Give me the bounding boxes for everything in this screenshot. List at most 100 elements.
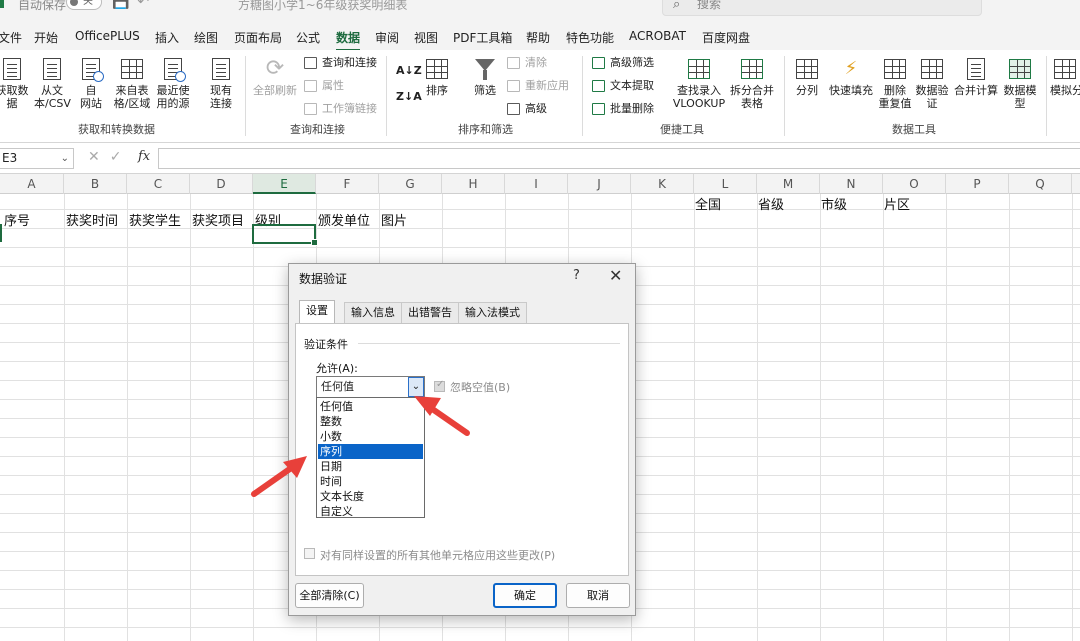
option-whole-number[interactable]: 整数 xyxy=(318,414,423,429)
clear-filter-button[interactable]: 清除 xyxy=(507,54,547,72)
help-button[interactable]: ? xyxy=(573,268,580,283)
column-header-K[interactable]: K xyxy=(631,174,694,194)
sort-descending-button[interactable]: Z↓A xyxy=(396,88,422,106)
tab-pdf-toolbox[interactable]: PDF工具箱 xyxy=(453,29,512,46)
allow-select[interactable]: 任何值 ⌄ xyxy=(316,376,425,398)
chevron-down-icon[interactable]: ⌄ xyxy=(61,149,69,168)
tab-help[interactable]: 帮助 xyxy=(526,29,550,46)
tab-ime-mode[interactable]: 输入法模式 xyxy=(458,302,527,323)
tab-data[interactable]: 数据 xyxy=(336,29,361,52)
from-web-button[interactable]: 自 网站 xyxy=(76,56,106,110)
insert-function-button[interactable]: fx xyxy=(138,149,150,164)
text-extract-button[interactable]: 文本提取 xyxy=(592,77,654,95)
tab-file[interactable]: 文件 xyxy=(0,29,22,46)
cell-M2[interactable]: 省级 xyxy=(758,194,784,213)
column-header-M[interactable]: M xyxy=(757,174,820,194)
cell-N2[interactable]: 市级 xyxy=(821,194,847,213)
option-list[interactable]: 序列 xyxy=(318,444,423,459)
tab-input-message[interactable]: 输入信息 xyxy=(344,302,402,323)
column-header-C[interactable]: C xyxy=(127,174,190,194)
apply-to-all-checkbox[interactable]: 对有同样设置的所有其他单元格应用这些更改(P) xyxy=(304,547,555,563)
refresh-all-button[interactable]: ⟳ 全部刷新 xyxy=(252,56,298,97)
selected-cell-E4[interactable] xyxy=(252,224,318,246)
option-custom[interactable]: 自定义 xyxy=(318,504,423,519)
search-box[interactable]: ⌕ 搜索 xyxy=(662,0,982,16)
data-validation-button[interactable]: 数据验 证 xyxy=(914,56,950,110)
clear-all-button[interactable]: 全部清除(C) xyxy=(295,583,364,608)
tab-review[interactable]: 审阅 xyxy=(375,29,399,46)
tab-officeplus[interactable]: OfficePLUS xyxy=(75,29,140,43)
column-header-P[interactable]: P xyxy=(946,174,1009,194)
recent-sources-button[interactable]: 最近使 用的源 xyxy=(155,56,191,110)
remove-duplicates-button[interactable]: 删除 重复值 xyxy=(878,56,912,110)
cell-A3[interactable]: 序号 xyxy=(4,210,30,229)
what-if-button[interactable]: 模拟分 xyxy=(1050,56,1080,97)
vlookup-button[interactable]: 查找录入 VLOOKUP xyxy=(672,56,726,110)
tab-view[interactable]: 视图 xyxy=(414,29,438,46)
option-time[interactable]: 时间 xyxy=(318,474,423,489)
column-header-O[interactable]: O xyxy=(883,174,946,194)
tab-error-alert[interactable]: 出错警告 xyxy=(401,302,459,323)
column-header-F[interactable]: F xyxy=(316,174,379,194)
column-header-N[interactable]: N xyxy=(820,174,883,194)
column-header-B[interactable]: B xyxy=(64,174,127,194)
consolidate-button[interactable]: 合并计算 xyxy=(952,56,1000,97)
option-text-length[interactable]: 文本长度 xyxy=(318,489,423,504)
cell-F3[interactable]: 颁发单位 xyxy=(318,210,370,229)
filter-button[interactable]: 筛选 xyxy=(470,56,500,97)
cell-B3[interactable]: 获奖时间 xyxy=(66,210,118,229)
flash-fill-button[interactable]: ⚡ 快速填充 xyxy=(826,56,876,97)
workbook-links-button[interactable]: 工作簿链接 xyxy=(304,100,377,118)
ok-button[interactable]: 确定 xyxy=(493,583,557,608)
formula-cancel-confirm-icons[interactable]: ✕✓ xyxy=(88,149,131,165)
formula-input[interactable] xyxy=(158,148,1080,169)
cell-G3[interactable]: 图片 xyxy=(381,210,407,229)
sort-button[interactable]: 排序 xyxy=(422,56,452,97)
tab-baidu-netdisk[interactable]: 百度网盘 xyxy=(702,29,750,46)
advanced-filter-button[interactable]: 高级 xyxy=(507,100,547,118)
sort-ascending-button[interactable]: A↓Z xyxy=(396,62,422,80)
quick-access-icons[interactable]: 💾↶ xyxy=(112,0,157,10)
tab-acrobat[interactable]: ACROBAT xyxy=(629,29,686,43)
column-header-G[interactable]: G xyxy=(379,174,442,194)
batch-delete-button[interactable]: 批量删除 xyxy=(592,100,654,118)
data-model-button[interactable]: 数据模 型 xyxy=(1002,56,1038,110)
tab-insert[interactable]: 插入 xyxy=(155,29,179,46)
tab-formulas[interactable]: 公式 xyxy=(296,29,320,46)
column-header-L[interactable]: L xyxy=(694,174,757,194)
reapply-button[interactable]: 重新应用 xyxy=(507,77,569,95)
cell-L2[interactable]: 全国 xyxy=(695,194,721,213)
cell-C3[interactable]: 获奖学生 xyxy=(129,210,181,229)
properties-button[interactable]: 属性 xyxy=(304,77,344,95)
autosave-toggle[interactable]: 关 xyxy=(66,0,102,10)
column-header-E[interactable]: E xyxy=(253,174,316,194)
cell-D3[interactable]: 获奖项目 xyxy=(192,210,244,229)
column-header-D[interactable]: D xyxy=(190,174,253,194)
column-header-I[interactable]: I xyxy=(505,174,568,194)
text-to-columns-button[interactable]: 分列 xyxy=(792,56,822,97)
from-table-button[interactable]: 来自表 格/区域 xyxy=(112,56,152,110)
split-merge-button[interactable]: 拆分合并 表格 xyxy=(730,56,774,110)
option-date[interactable]: 日期 xyxy=(318,459,423,474)
cell-O2[interactable]: 片区 xyxy=(884,194,910,213)
column-header-J[interactable]: J xyxy=(568,174,631,194)
cancel-button[interactable]: 取消 xyxy=(566,583,630,608)
ignore-blank-checkbox[interactable]: 忽略空值(B) xyxy=(434,379,510,395)
name-box[interactable]: E3 ⌄ xyxy=(0,148,74,169)
close-button[interactable]: ✕ xyxy=(609,266,622,285)
option-any-value[interactable]: 任何值 xyxy=(318,399,423,414)
tab-page-layout[interactable]: 页面布局 xyxy=(234,29,282,46)
tab-features[interactable]: 特色功能 xyxy=(566,29,614,46)
column-header-Q[interactable]: Q xyxy=(1009,174,1072,194)
column-header-A[interactable]: A xyxy=(0,174,64,194)
column-header-H[interactable]: H xyxy=(442,174,505,194)
tab-draw[interactable]: 绘图 xyxy=(194,29,218,46)
tab-home[interactable]: 开始 xyxy=(34,29,58,46)
chevron-down-icon[interactable]: ⌄ xyxy=(408,377,424,397)
advanced-filter-tool-button[interactable]: 高级筛选 xyxy=(592,54,654,72)
from-text-csv-button[interactable]: 从文 本/CSV xyxy=(34,56,71,110)
existing-connections-button[interactable]: 现有 连接 xyxy=(206,56,236,110)
tab-settings[interactable]: 设置 xyxy=(299,300,335,324)
queries-connections-button[interactable]: 查询和连接 xyxy=(304,54,377,72)
get-data-button[interactable]: 获取数 据 xyxy=(0,56,30,110)
